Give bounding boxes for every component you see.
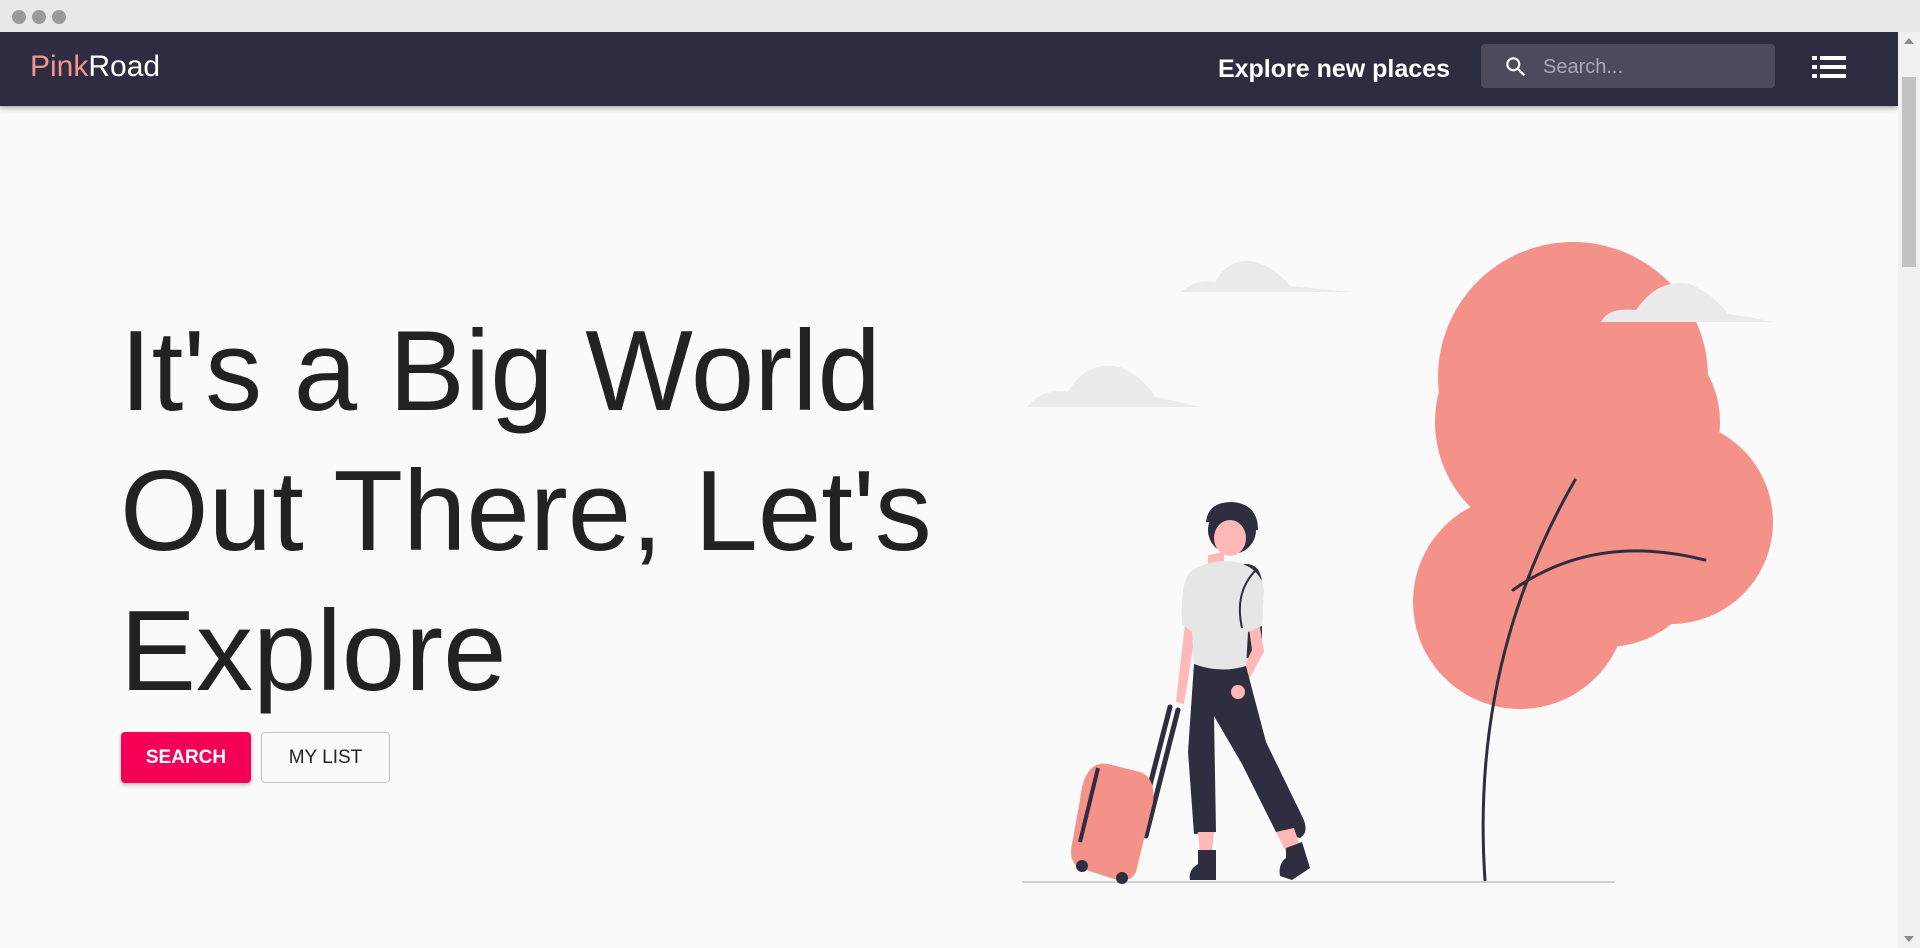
window-maximize-dot[interactable]	[52, 10, 66, 24]
scroll-up-arrow-icon[interactable]	[1904, 38, 1914, 44]
hero-line-1: It's a Big World	[120, 308, 881, 435]
hero-line-3: Explore	[120, 588, 507, 715]
hero-line-2: Out There, Let's	[120, 448, 932, 575]
cloud-icon	[1027, 365, 1200, 407]
hero-headline: It's a Big World Out There, Let's Explor…	[120, 302, 980, 722]
window-minimize-dot[interactable]	[32, 10, 46, 24]
scroll-down-arrow-icon[interactable]	[1904, 936, 1914, 942]
brand-logo-pink: Pink	[30, 50, 89, 83]
app-bar: PinkRoad Explore new places	[0, 32, 1898, 106]
explore-new-places-link[interactable]: Explore new places	[1218, 51, 1450, 87]
scrollbar-thumb[interactable]	[1902, 77, 1916, 267]
traveler-illustration	[1022, 242, 1773, 884]
vertical-scrollbar[interactable]	[1898, 32, 1920, 948]
cloud-icon	[1181, 260, 1352, 292]
list-icon	[1812, 56, 1846, 78]
brand-logo[interactable]: PinkRoad	[30, 49, 160, 85]
my-list-button[interactable]: MY LIST	[261, 732, 390, 783]
search-box	[1481, 44, 1775, 90]
search-input[interactable]	[1541, 44, 1770, 90]
page-viewport: PinkRoad Explore new places It's a Big W…	[0, 32, 1898, 948]
search-button[interactable]: SEARCH	[121, 732, 251, 783]
menu-button[interactable]	[1810, 52, 1850, 82]
search-icon	[1506, 57, 1526, 77]
brand-logo-road: Road	[88, 50, 161, 83]
window-close-dot[interactable]	[12, 10, 26, 24]
browser-titlebar	[0, 0, 1920, 32]
suitcase	[1071, 763, 1154, 884]
person	[1176, 502, 1310, 880]
